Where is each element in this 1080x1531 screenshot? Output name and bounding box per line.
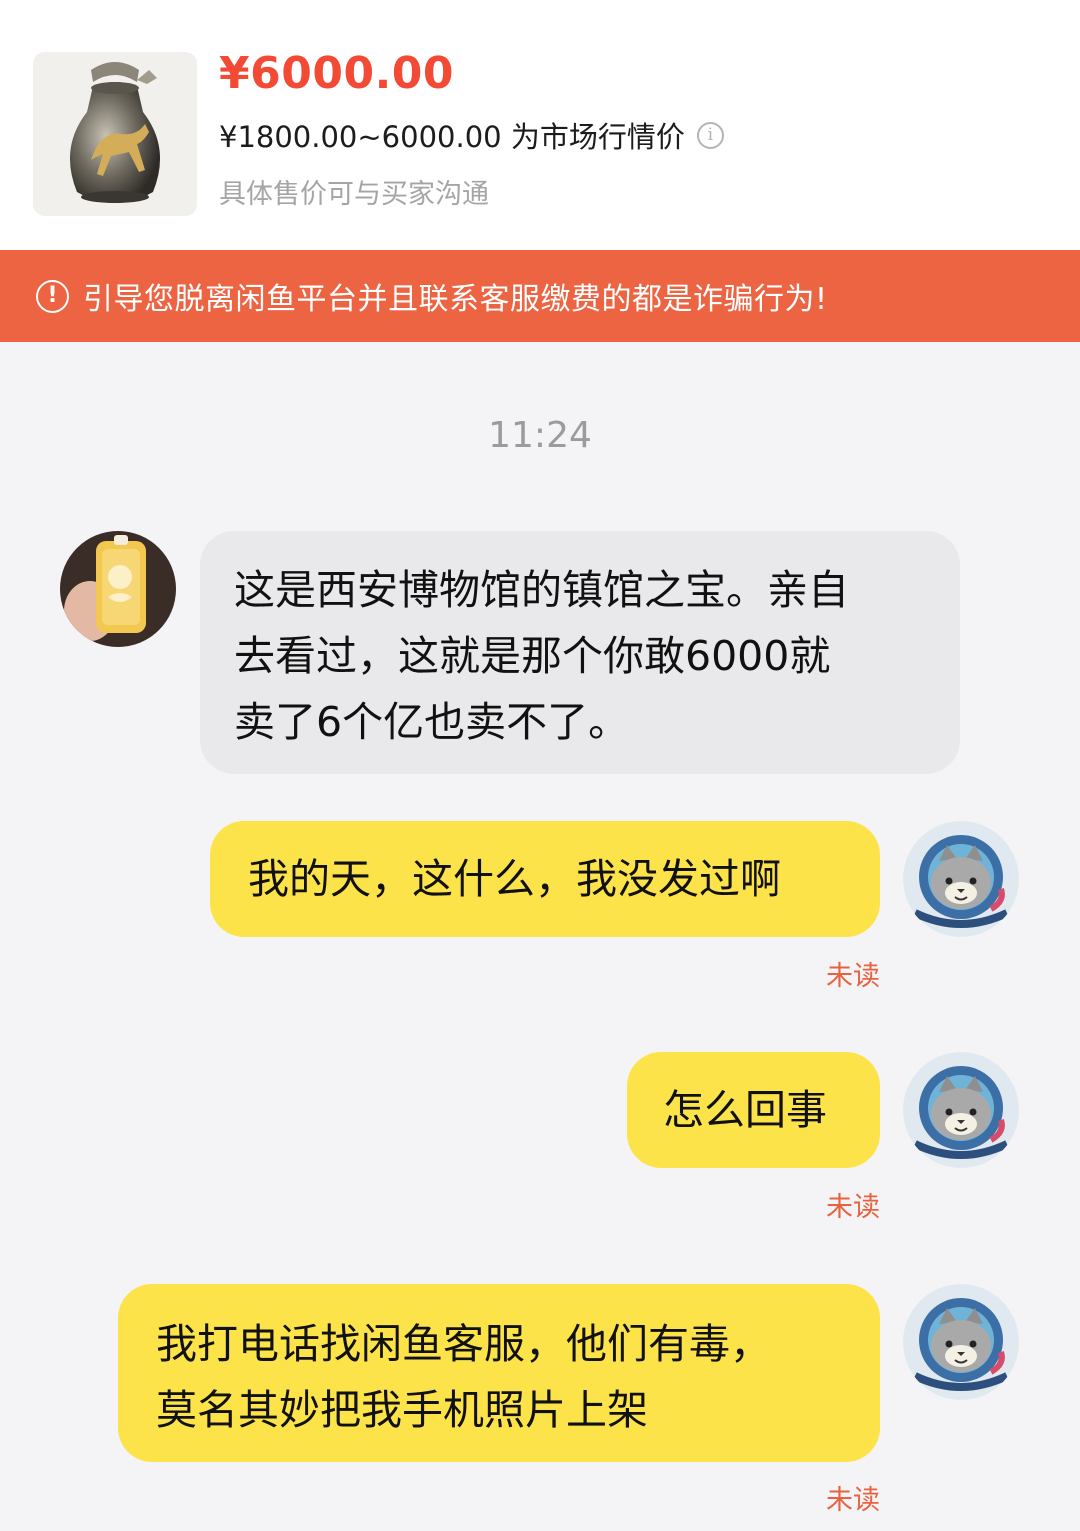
product-price: ¥6000.00: [219, 48, 455, 99]
fraud-warning-banner: ! 引导您脱离闲鱼平台并且联系客服缴费的都是诈骗行为!: [0, 250, 1080, 342]
bronze-pot-image: [33, 52, 197, 216]
cat-astronaut-avatar-icon: [903, 1284, 1019, 1400]
chat-timestamp: 11:24: [488, 415, 592, 456]
message-text: 怎么回事: [663, 1086, 827, 1134]
message-line: 莫名其妙把我手机照片上架: [156, 1386, 648, 1434]
product-header[interactable]: ¥6000.00 ¥1800.00~6000.00 为市场行情价 i 具体售价可…: [0, 0, 1080, 250]
message-line: 卖了6个亿也卖不了。: [234, 698, 630, 746]
my-avatar[interactable]: [903, 1052, 1019, 1168]
message-bubble-outgoing[interactable]: 我打电话找闲鱼客服，他们有毒， 莫名其妙把我手机照片上架: [118, 1284, 880, 1462]
alert-circle-icon: !: [36, 279, 69, 313]
warning-text: 引导您脱离闲鱼平台并且联系客服缴费的都是诈骗行为!: [83, 282, 828, 317]
product-thumbnail[interactable]: [33, 52, 197, 216]
info-icon[interactable]: i: [696, 121, 724, 149]
price-range: ¥1800.00~6000.00 为市场行情价 i: [219, 114, 724, 156]
message-line: 我打电话找闲鱼客服，他们有毒，: [156, 1320, 771, 1368]
my-avatar[interactable]: [903, 1284, 1019, 1400]
buyer-avatar[interactable]: [60, 531, 176, 647]
price-note: 具体售价可与买家沟通: [219, 179, 489, 210]
cat-astronaut-avatar-icon: [903, 821, 1019, 937]
message-bubble-incoming[interactable]: 这是西安博物馆的镇馆之宝。亲自 去看过，这就是那个你敢6000就 卖了6个亿也卖…: [200, 531, 960, 774]
price-range-text: ¥1800.00~6000.00 为市场行情价: [219, 120, 685, 154]
my-avatar[interactable]: [903, 821, 1019, 937]
unread-status: 未读: [826, 961, 880, 992]
message-bubble-outgoing[interactable]: 我的天，这什么，我没发过啊: [210, 821, 880, 937]
message-text: 我的天，这什么，我没发过啊: [248, 855, 781, 903]
cat-astronaut-avatar-icon: [903, 1052, 1019, 1168]
message-bubble-outgoing[interactable]: 怎么回事: [627, 1052, 880, 1168]
jade-pendant-avatar-image: [60, 531, 176, 647]
unread-status: 未读: [826, 1485, 880, 1516]
message-line: 这是西安博物馆的镇馆之宝。亲自: [234, 566, 849, 614]
unread-status: 未读: [826, 1192, 880, 1223]
message-line: 去看过，这就是那个你敢6000就: [234, 632, 831, 680]
